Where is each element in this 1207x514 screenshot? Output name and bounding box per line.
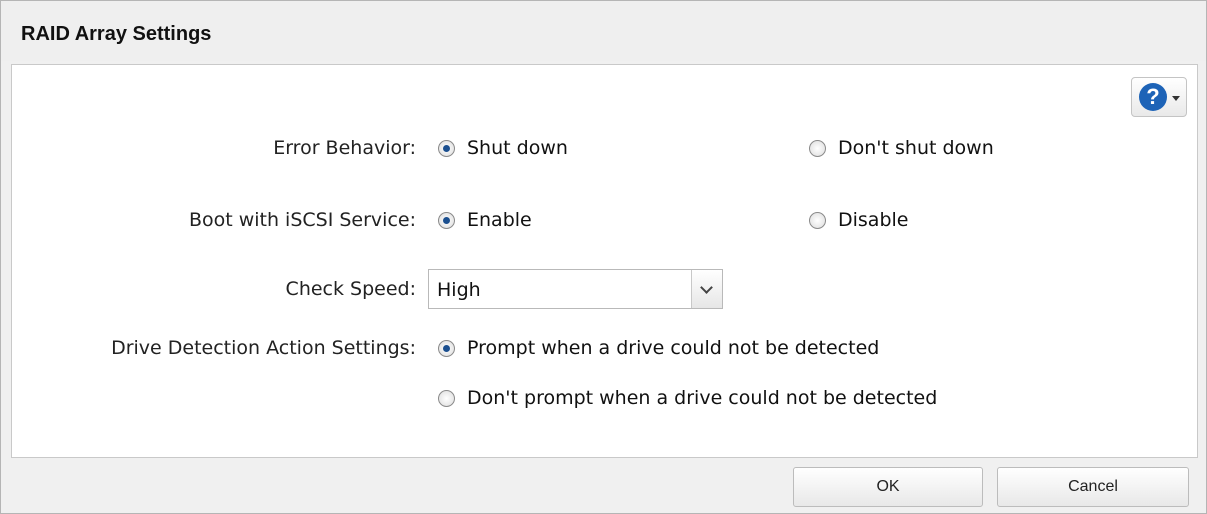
radio-label: Don't shut down: [838, 137, 994, 159]
radio-disable[interactable]: Disable: [809, 209, 908, 231]
radio-label: Enable: [467, 209, 532, 231]
error-behavior-label: Error Behavior:: [273, 137, 416, 159]
chevron-down-icon[interactable]: [691, 270, 722, 308]
radio-shut-down[interactable]: Shut down: [438, 137, 568, 159]
radio-button[interactable]: [809, 139, 826, 157]
check-speed-select[interactable]: High: [428, 269, 723, 309]
drive-detection-label: Drive Detection Action Settings:: [111, 337, 416, 359]
radio-dont-shut-down[interactable]: Don't shut down: [809, 137, 994, 159]
boot-iscsi-label: Boot with iSCSI Service:: [188, 209, 416, 231]
radio-button[interactable]: [438, 339, 455, 357]
radio-label: Prompt when a drive could not be detecte…: [467, 337, 880, 359]
radio-dont-prompt-drive[interactable]: Don't prompt when a drive could not be d…: [438, 387, 937, 409]
question-circle-icon: ?: [1139, 83, 1167, 111]
raid-array-settings-dialog: RAID Array Settings ? Error Behavior: Sh…: [0, 0, 1207, 514]
dialog-titlebar: RAID Array Settings: [1, 1, 1206, 61]
radio-prompt-drive[interactable]: Prompt when a drive could not be detecte…: [438, 337, 879, 359]
radio-button[interactable]: [438, 139, 455, 157]
dialog-title: RAID Array Settings: [21, 23, 212, 45]
radio-label: Don't prompt when a drive could not be d…: [467, 387, 938, 409]
radio-enable[interactable]: Enable: [438, 209, 532, 231]
check-speed-value: High: [437, 279, 481, 301]
radio-label: Disable: [838, 209, 909, 231]
help-dropdown-button[interactable]: ?: [1131, 77, 1187, 117]
radio-button[interactable]: [809, 211, 826, 229]
ok-button[interactable]: OK: [793, 467, 983, 507]
radio-button[interactable]: [438, 389, 455, 407]
caret-down-icon: [1172, 96, 1180, 101]
check-speed-label: Check Speed:: [285, 278, 416, 300]
radio-button[interactable]: [438, 211, 455, 229]
cancel-button[interactable]: Cancel: [997, 467, 1189, 507]
radio-label: Shut down: [467, 137, 568, 159]
